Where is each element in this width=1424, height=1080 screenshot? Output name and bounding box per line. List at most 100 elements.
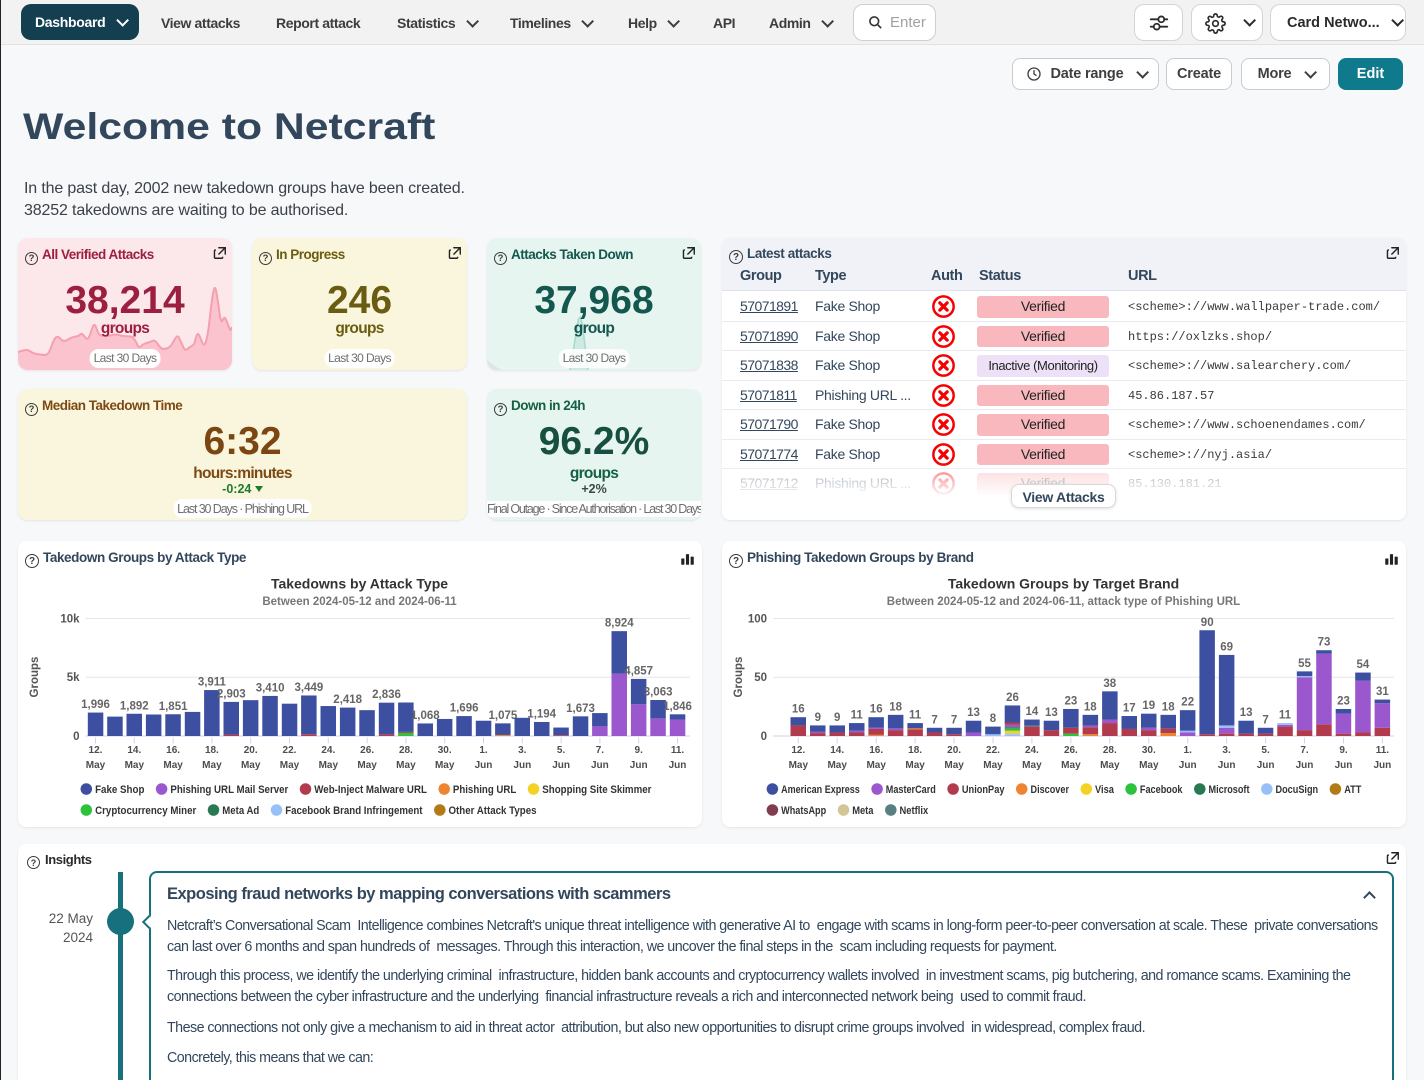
- svg-text:May: May: [866, 760, 886, 771]
- svg-text:0: 0: [73, 731, 79, 743]
- svg-text:May: May: [163, 760, 183, 771]
- svg-text:8,924: 8,924: [605, 618, 634, 630]
- svg-text:May: May: [827, 760, 847, 771]
- svg-text:28.: 28.: [1103, 745, 1117, 756]
- svg-text:18.: 18.: [908, 745, 922, 756]
- svg-text:19: 19: [1142, 700, 1155, 712]
- svg-text:5.: 5.: [1261, 745, 1270, 756]
- svg-text:73: 73: [1318, 637, 1331, 649]
- svg-text:16.: 16.: [869, 745, 883, 756]
- svg-text:May: May: [319, 760, 339, 771]
- svg-text:55: 55: [1298, 658, 1311, 670]
- svg-text:28.: 28.: [399, 745, 413, 756]
- svg-text:Jun: Jun: [1218, 760, 1236, 771]
- svg-text:11.: 11.: [1376, 745, 1390, 756]
- svg-text:26.: 26.: [360, 745, 374, 756]
- svg-text:31: 31: [1376, 686, 1389, 698]
- svg-text:May: May: [202, 760, 222, 771]
- svg-text:18: 18: [889, 701, 902, 713]
- svg-text:24.: 24.: [321, 745, 335, 756]
- svg-text:20.: 20.: [244, 745, 258, 756]
- svg-text:8: 8: [990, 713, 997, 725]
- svg-text:69: 69: [1220, 641, 1233, 653]
- svg-text:Web-Inject Malware URL: Web-Inject Malware URL: [314, 784, 427, 796]
- svg-text:1,068: 1,068: [411, 710, 440, 722]
- svg-text:Facebook Brand Infringement: Facebook Brand Infringement: [285, 805, 423, 817]
- svg-text:3,410: 3,410: [256, 682, 285, 694]
- svg-text:7: 7: [1262, 714, 1268, 726]
- svg-text:May: May: [944, 760, 964, 771]
- svg-text:22: 22: [1181, 697, 1194, 709]
- svg-text:Shopping Site Skimmer: Shopping Site Skimmer: [542, 784, 652, 796]
- svg-text:18.: 18.: [205, 745, 219, 756]
- svg-text:7.: 7.: [596, 745, 605, 756]
- svg-text:Jun: Jun: [1179, 760, 1197, 771]
- svg-text:Groups: Groups: [733, 657, 745, 698]
- svg-text:WhatsApp: WhatsApp: [781, 805, 826, 817]
- svg-text:MasterCard: MasterCard: [886, 784, 936, 796]
- svg-text:24.: 24.: [1025, 745, 1039, 756]
- svg-text:Jun: Jun: [630, 760, 648, 771]
- svg-text:May: May: [1100, 760, 1120, 771]
- svg-text:14: 14: [1026, 706, 1039, 718]
- svg-text:Other Attack Types: Other Attack Types: [449, 805, 537, 817]
- svg-text:Meta Ad: Meta Ad: [222, 805, 259, 817]
- svg-text:Netflix: Netflix: [900, 805, 929, 817]
- svg-text:3,063: 3,063: [644, 687, 673, 699]
- svg-text:Visa: Visa: [1095, 784, 1115, 796]
- svg-text:26: 26: [1006, 692, 1019, 704]
- svg-text:1,851: 1,851: [159, 701, 188, 713]
- svg-text:May: May: [86, 760, 106, 771]
- svg-text:2,418: 2,418: [333, 694, 362, 706]
- svg-text:1,846: 1,846: [663, 701, 692, 713]
- svg-text:14.: 14.: [127, 745, 141, 756]
- svg-text:20.: 20.: [947, 745, 961, 756]
- svg-text:Jun: Jun: [513, 760, 531, 771]
- svg-text:9.: 9.: [635, 745, 644, 756]
- svg-text:Jun: Jun: [591, 760, 609, 771]
- svg-text:11: 11: [1279, 710, 1292, 722]
- svg-text:26.: 26.: [1064, 745, 1078, 756]
- svg-text:18: 18: [1084, 701, 1097, 713]
- svg-text:1.: 1.: [479, 745, 488, 756]
- svg-text:4,857: 4,857: [624, 665, 653, 677]
- svg-text:1,892: 1,892: [120, 700, 149, 712]
- svg-text:7: 7: [951, 714, 957, 726]
- svg-text:54: 54: [1357, 659, 1370, 671]
- svg-text:Between 2024-05-12 and 2024-06: Between 2024-05-12 and 2024-06-11, attac…: [887, 596, 1240, 608]
- svg-text:Jun: Jun: [475, 760, 493, 771]
- svg-text:Jun: Jun: [669, 760, 687, 771]
- svg-text:May: May: [357, 760, 377, 771]
- svg-text:Jun: Jun: [1374, 760, 1392, 771]
- svg-text:50: 50: [754, 672, 767, 684]
- svg-text:7.: 7.: [1300, 745, 1309, 756]
- svg-text:11: 11: [909, 710, 922, 722]
- svg-text:UnionPay: UnionPay: [962, 784, 1005, 796]
- svg-text:May: May: [396, 760, 416, 771]
- svg-text:100: 100: [748, 614, 767, 626]
- svg-text:3.: 3.: [1222, 745, 1231, 756]
- svg-text:May: May: [435, 760, 455, 771]
- svg-text:7: 7: [931, 714, 937, 726]
- svg-text:May: May: [905, 760, 925, 771]
- svg-text:0: 0: [761, 731, 767, 743]
- svg-text:Facebook: Facebook: [1140, 784, 1183, 796]
- svg-text:5.: 5.: [557, 745, 566, 756]
- svg-text:May: May: [789, 760, 809, 771]
- svg-text:9: 9: [834, 712, 840, 724]
- svg-text:1,996: 1,996: [81, 699, 110, 711]
- svg-text:30.: 30.: [1142, 745, 1156, 756]
- svg-text:10k: 10k: [60, 614, 80, 626]
- svg-text:16: 16: [870, 704, 883, 716]
- svg-text:Between 2024-05-12 and 2024-06: Between 2024-05-12 and 2024-06-11: [262, 596, 457, 608]
- svg-text:1,194: 1,194: [527, 709, 556, 721]
- svg-text:13: 13: [967, 707, 980, 719]
- svg-text:23: 23: [1065, 696, 1078, 708]
- svg-text:Jun: Jun: [552, 760, 570, 771]
- svg-text:May: May: [241, 760, 261, 771]
- svg-text:11.: 11.: [671, 745, 685, 756]
- svg-text:16.: 16.: [166, 745, 180, 756]
- svg-text:Jun: Jun: [1296, 760, 1314, 771]
- svg-text:9.: 9.: [1339, 745, 1348, 756]
- svg-text:Discover: Discover: [1031, 784, 1070, 796]
